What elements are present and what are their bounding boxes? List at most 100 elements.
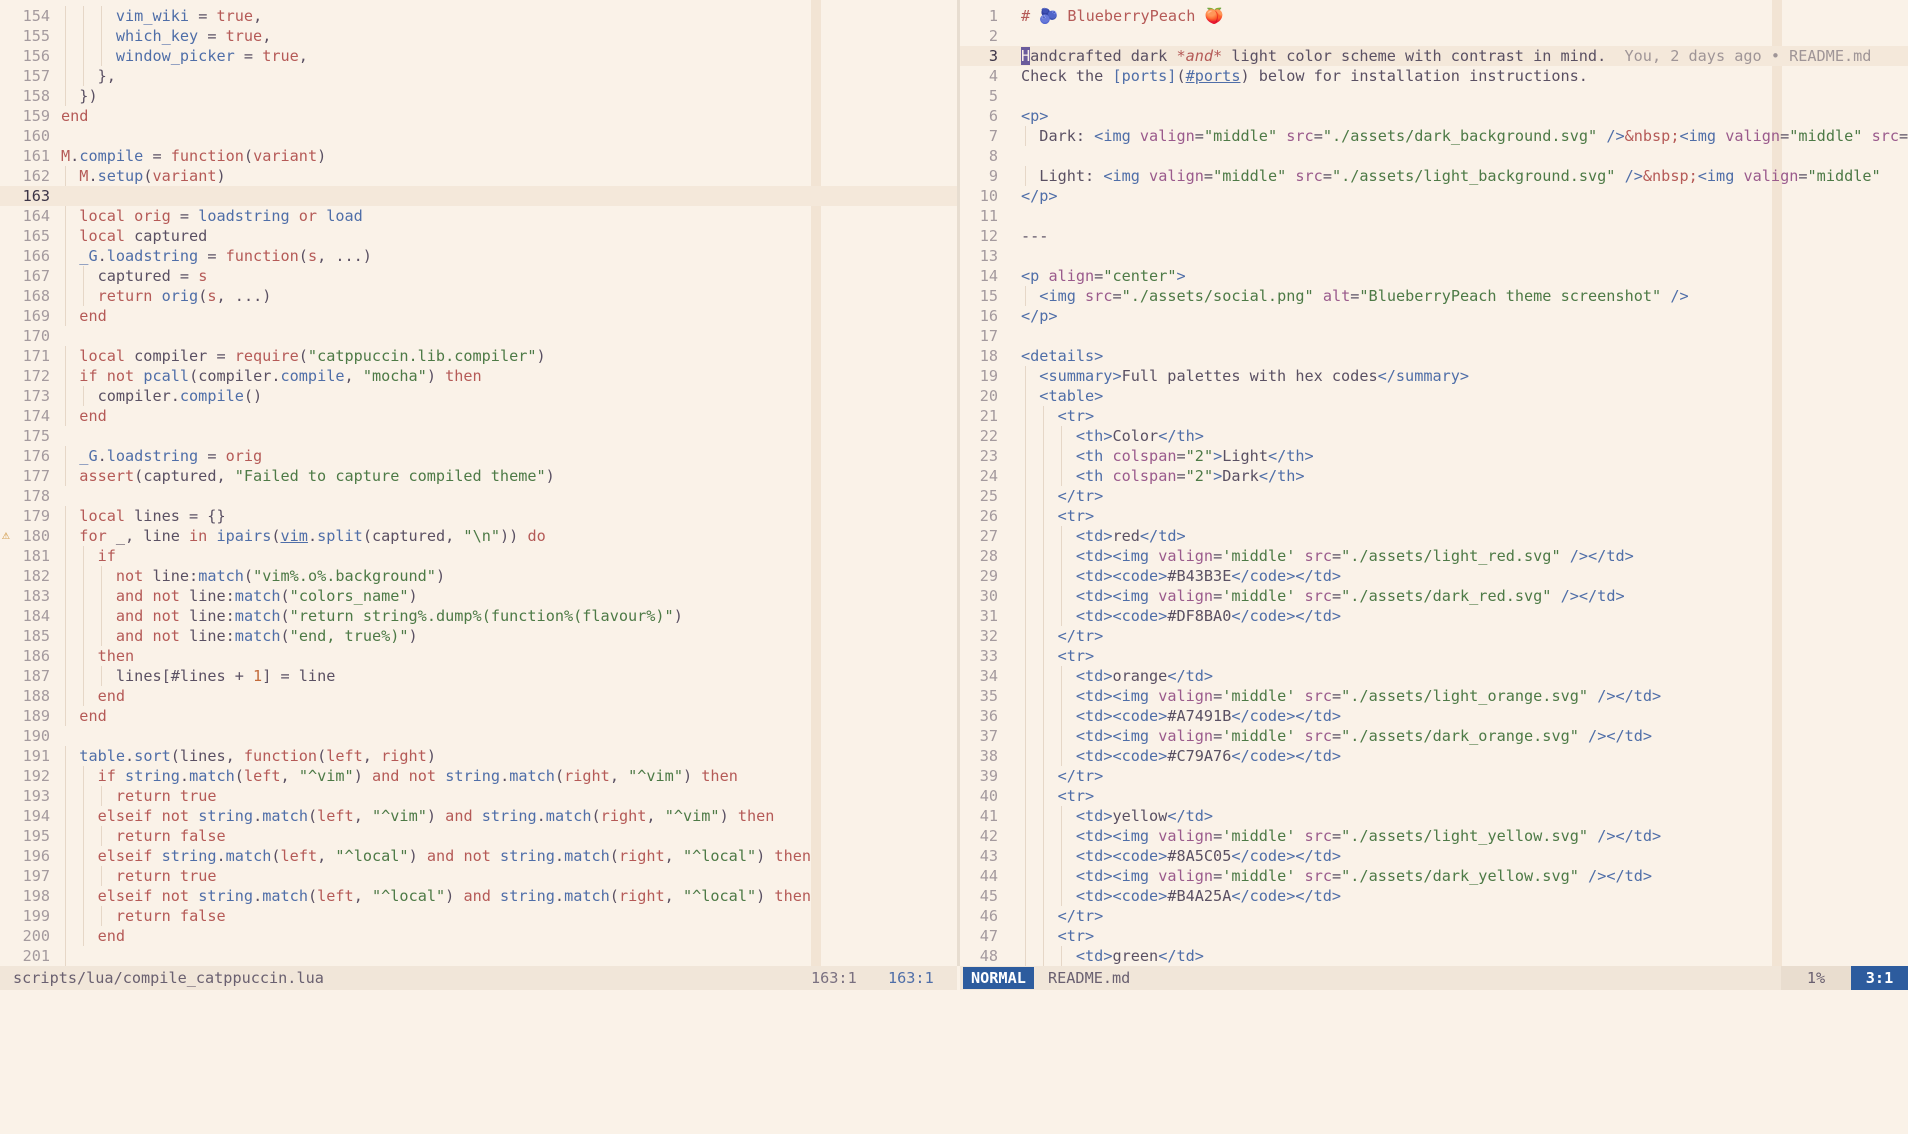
code-line[interactable]: 194 elseif not string.match(left, "^vim")…	[0, 806, 957, 826]
code-line[interactable]: 190	[0, 726, 957, 746]
code-line[interactable]: 201	[0, 946, 957, 966]
code-line[interactable]: 158})	[0, 86, 957, 106]
right-editor-pane[interactable]: 1 # 🫐 BlueberryPeach 🍑 2 3 Handcrafted dark …	[960, 0, 1908, 966]
code-line[interactable]: 46 </tr>	[960, 906, 1908, 926]
code-line[interactable]: 197 return true	[0, 866, 957, 886]
code-line[interactable]: 48 <td>green</td>	[960, 946, 1908, 966]
code-line[interactable]: 47 <tr>	[960, 926, 1908, 946]
code-line[interactable]: 4 Check the [ports](#ports) below for ins…	[960, 66, 1908, 86]
command-line[interactable]	[0, 990, 1908, 1008]
code-line[interactable]: 191 table.sort(lines, function(left, righ…	[0, 746, 957, 766]
code-line[interactable]: 5	[960, 86, 1908, 106]
code-line[interactable]: 188 end	[0, 686, 957, 706]
code-line[interactable]: 31 <td><code>#DF8BA0</code></td>	[960, 606, 1908, 626]
code-line[interactable]: 8	[960, 146, 1908, 166]
code-line[interactable]: 187 lines[#lines + 1] = line	[0, 666, 957, 686]
code-line[interactable]: 185 and not line:match("end, true%)")	[0, 626, 957, 646]
code-line[interactable]: 200 end	[0, 926, 957, 946]
code-line[interactable]: 186 then	[0, 646, 957, 666]
code-line[interactable]: 24 <th colspan="2">Dark</th>	[960, 466, 1908, 486]
code-line[interactable]: 36 <td><code>#A7491B</code></td>	[960, 706, 1908, 726]
code-line[interactable]: 175	[0, 426, 957, 446]
code-line[interactable]: 174 end	[0, 406, 957, 426]
code-line[interactable]: 166 _G.loadstring = function(s, ...)	[0, 246, 957, 266]
code-line[interactable]: 29 <td><code>#B43B3E</code></td>	[960, 566, 1908, 586]
code-line[interactable]: 1 # 🫐 BlueberryPeach 🍑	[960, 6, 1908, 26]
code-line[interactable]: 12 ---	[960, 226, 1908, 246]
code-line[interactable]: 189 end	[0, 706, 957, 726]
code-line[interactable]: 183 and not line:match("colors_name")	[0, 586, 957, 606]
code-line[interactable]: 28 <td><img valign='middle' src="./assets…	[960, 546, 1908, 566]
code-line[interactable]: 165 local captured	[0, 226, 957, 246]
code-line[interactable]: 13	[960, 246, 1908, 266]
code-line[interactable]: 156 window_picker = true,	[0, 46, 957, 66]
code-line[interactable]: 198 elseif not string.match(left, "^local…	[0, 886, 957, 906]
code-line[interactable]: 18 <details>	[960, 346, 1908, 366]
code-line[interactable]: 196 elseif string.match(left, "^local") a…	[0, 846, 957, 866]
code-line[interactable]: 25 </tr>	[960, 486, 1908, 506]
code-line[interactable]: 161 M.compile = function(variant)	[0, 146, 957, 166]
code-line[interactable]: 160	[0, 126, 957, 146]
code-line[interactable]: 154 vim_wiki = true,	[0, 6, 957, 26]
code-line[interactable]: 159 end	[0, 106, 957, 126]
code-line[interactable]: 155 which_key = true,	[0, 26, 957, 46]
code-line[interactable]: 173 compiler.compile()	[0, 386, 957, 406]
code-line[interactable]: 45 <td><code>#B4A25A</code></td>	[960, 886, 1908, 906]
code-line[interactable]: 162 M.setup(variant)	[0, 166, 957, 186]
code-line[interactable]: 3 Handcrafted dark *and* light color sche…	[960, 46, 1908, 66]
code-line[interactable]: 32 </tr>	[960, 626, 1908, 646]
left-editor-pane[interactable]: 154 vim_wiki = true, 155 which_key = true, 1…	[0, 0, 957, 966]
code-line[interactable]: ⚠ 180 for _, line in ipairs(vim.split(capt…	[0, 526, 957, 546]
code-line[interactable]: 27 <td>red</td>	[960, 526, 1908, 546]
code-line[interactable]: 181 if	[0, 546, 957, 566]
code-line[interactable]: 182 not line:match("vim%.o%.background")	[0, 566, 957, 586]
code-line[interactable]: 23 <th colspan="2">Light</th>	[960, 446, 1908, 466]
code-line[interactable]: 21 <tr>	[960, 406, 1908, 426]
code-line[interactable]: 172 if not pcall(compiler.compile, "mocha…	[0, 366, 957, 386]
code-line[interactable]: 6 <p>	[960, 106, 1908, 126]
code-line[interactable]: 30 <td><img valign='middle' src="./assets…	[960, 586, 1908, 606]
code-line[interactable]: 44 <td><img valign='middle' src="./assets…	[960, 866, 1908, 886]
code-line[interactable]: 33 <tr>	[960, 646, 1908, 666]
code-line[interactable]: 169 end	[0, 306, 957, 326]
code-line[interactable]: 199 return false	[0, 906, 957, 926]
code-line[interactable]: 11	[960, 206, 1908, 226]
code-line[interactable]: 164 local orig = loadstring or load	[0, 206, 957, 226]
code-line[interactable]: 34 <td>orange</td>	[960, 666, 1908, 686]
code-line[interactable]: 10 </p>	[960, 186, 1908, 206]
code-line[interactable]: 176 _G.loadstring = orig	[0, 446, 957, 466]
code-line[interactable]: 177 assert(captured, "Failed to capture c…	[0, 466, 957, 486]
code-line[interactable]: 178	[0, 486, 957, 506]
code-line[interactable]: 163	[0, 186, 957, 206]
code-line[interactable]: 15 <img src="./assets/social.png" alt="Bl…	[960, 286, 1908, 306]
code-line[interactable]: 43 <td><code>#8A5C05</code></td>	[960, 846, 1908, 866]
code-line[interactable]: 167 captured = s	[0, 266, 957, 286]
code-line[interactable]: 38 <td><code>#C79A76</code></td>	[960, 746, 1908, 766]
code-line[interactable]: 41 <td>yellow</td>	[960, 806, 1908, 826]
code-line[interactable]: 14 <p align="center">	[960, 266, 1908, 286]
code-line[interactable]: 9 Light: <img valign="middle" src="./asse…	[960, 166, 1908, 186]
code-line[interactable]: 19 <summary>Full palettes with hex codes<…	[960, 366, 1908, 386]
code-line[interactable]: 157},	[0, 66, 957, 86]
line-number: 155	[22, 27, 50, 45]
code-line[interactable]: 26 <tr>	[960, 506, 1908, 526]
code-line[interactable]: 17	[960, 326, 1908, 346]
code-line[interactable]: 16 </p>	[960, 306, 1908, 326]
code-line[interactable]: 193 return true	[0, 786, 957, 806]
code-line[interactable]: 39 </tr>	[960, 766, 1908, 786]
code-line[interactable]: 37 <td><img valign='middle' src="./assets…	[960, 726, 1908, 746]
code-line[interactable]: 35 <td><img valign='middle' src="./assets…	[960, 686, 1908, 706]
code-line[interactable]: 184 and not line:match("return string%.du…	[0, 606, 957, 626]
code-line[interactable]: 179 local lines = {}	[0, 506, 957, 526]
code-line[interactable]: 168 return orig(s, ...)	[0, 286, 957, 306]
code-line[interactable]: 22 <th>Color</th>	[960, 426, 1908, 446]
code-line[interactable]: 40 <tr>	[960, 786, 1908, 806]
code-line[interactable]: 2	[960, 26, 1908, 46]
code-line[interactable]: 7 Dark: <img valign="middle" src="./asset…	[960, 126, 1908, 146]
code-line[interactable]: 42 <td><img valign='middle' src="./assets…	[960, 826, 1908, 846]
code-line[interactable]: 170	[0, 326, 957, 346]
code-line[interactable]: 195 return false	[0, 826, 957, 846]
code-line[interactable]: 20 <table>	[960, 386, 1908, 406]
code-line[interactable]: 192 if string.match(left, "^vim") and not…	[0, 766, 957, 786]
code-line[interactable]: 171 local compiler = require("catppuccin.…	[0, 346, 957, 366]
